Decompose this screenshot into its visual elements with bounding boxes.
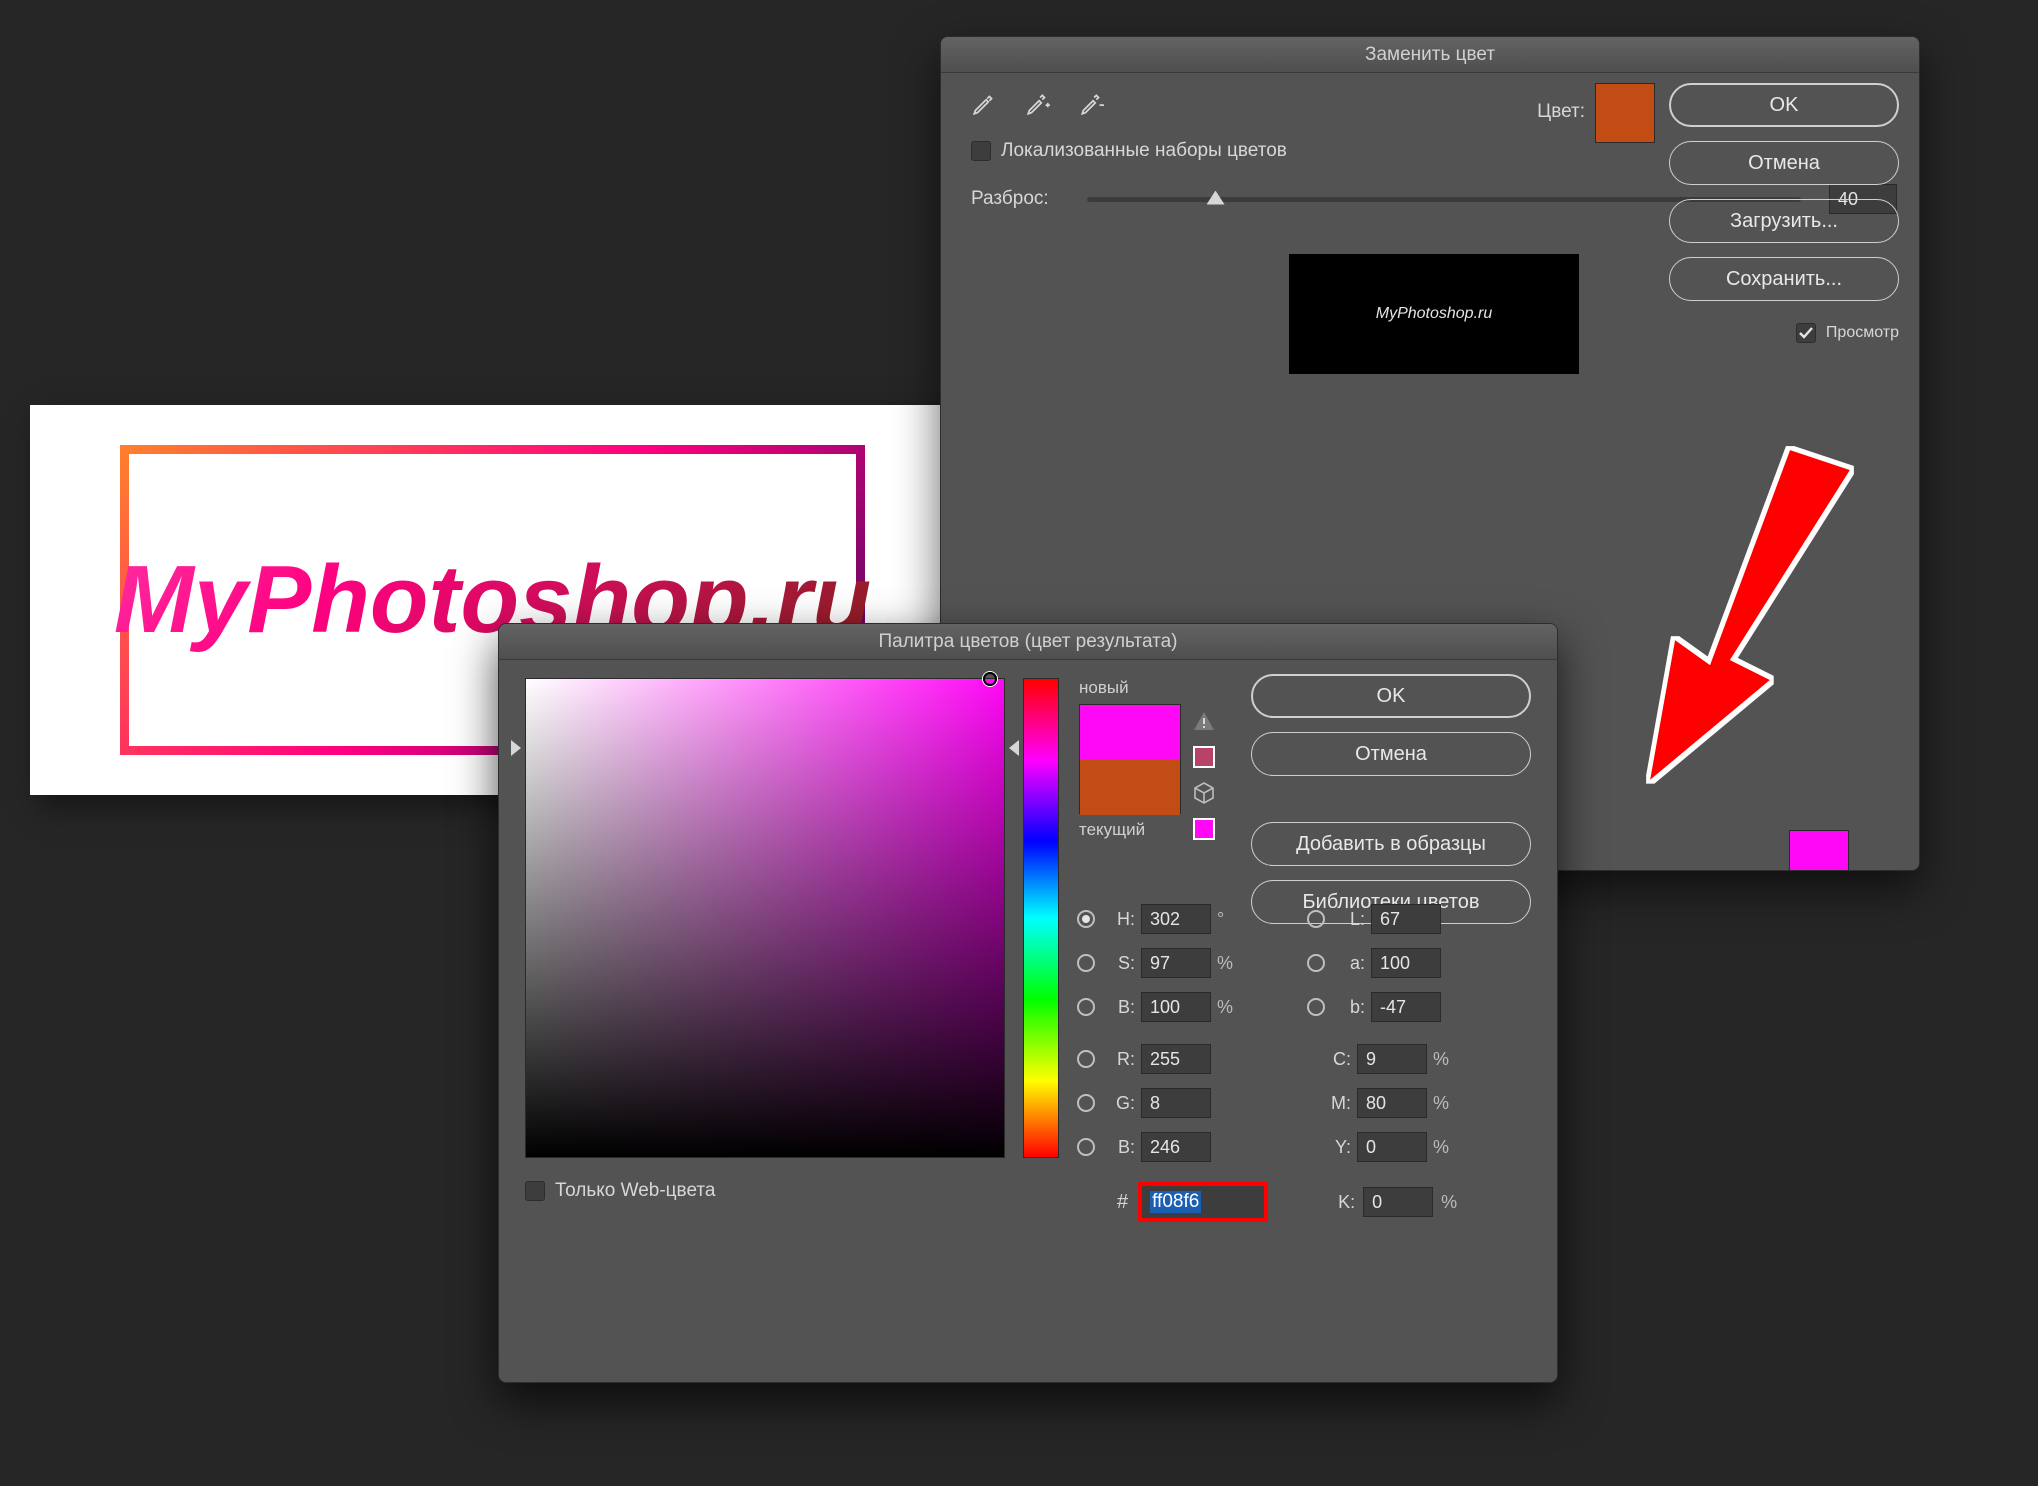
hex-hash-label: # <box>1117 1191 1128 1214</box>
new-current-swatch[interactable] <box>1079 704 1181 814</box>
preview-text: MyPhotoshop.ru <box>1376 305 1493 323</box>
color-picker-dialog: Палитра цветов (цвет результата) новый т… <box>498 623 1558 1383</box>
color-cursor[interactable] <box>983 672 997 686</box>
red-value[interactable]: 255 <box>1141 1044 1211 1074</box>
eyedropper-add-icon[interactable] <box>1025 91 1051 122</box>
eyedropper-icon[interactable] <box>971 91 997 122</box>
dialog-title[interactable]: Заменить цвет <box>941 37 1919 73</box>
saturation-value[interactable]: 97 <box>1141 948 1211 978</box>
load-button[interactable]: Загрузить... <box>1669 199 1899 243</box>
b-value[interactable]: -47 <box>1371 992 1441 1022</box>
result-color-swatch[interactable] <box>1789 830 1849 871</box>
ok-button[interactable]: OK <box>1251 674 1531 718</box>
lightness-label: L: <box>1337 909 1365 930</box>
saturation-radio[interactable] <box>1077 954 1095 972</box>
black-label: K: <box>1338 1192 1355 1213</box>
new-color-label: новый <box>1079 678 1229 698</box>
blue-value[interactable]: 246 <box>1141 1132 1211 1162</box>
preview-checkbox[interactable] <box>1796 323 1816 343</box>
green-label: G: <box>1107 1093 1135 1114</box>
blue-radio[interactable] <box>1077 1138 1095 1156</box>
b-label: b: <box>1337 997 1365 1018</box>
hue-slider[interactable] <box>1023 678 1059 1158</box>
brightness-value[interactable]: 100 <box>1141 992 1211 1022</box>
eyedropper-subtract-icon[interactable] <box>1079 91 1105 122</box>
localized-clusters-checkbox[interactable] <box>971 141 991 161</box>
green-value[interactable]: 8 <box>1141 1088 1211 1118</box>
cancel-button[interactable]: Отмена <box>1669 141 1899 185</box>
localized-clusters-label: Локализованные наборы цветов <box>1001 140 1287 162</box>
web-only-checkbox[interactable] <box>525 1181 545 1201</box>
a-value[interactable]: 100 <box>1371 948 1441 978</box>
yellow-label: Y: <box>1323 1137 1351 1158</box>
current-color-swatch[interactable] <box>1080 760 1180 815</box>
blue-label: B: <box>1107 1137 1135 1158</box>
black-value[interactable]: 0 <box>1363 1187 1433 1217</box>
lightness-radio[interactable] <box>1307 910 1325 928</box>
slider-thumb[interactable] <box>1207 191 1225 205</box>
hex-input[interactable]: ff08f6 <box>1138 1182 1268 1222</box>
field-pointer-right-icon <box>1009 740 1019 756</box>
selection-preview: MyPhotoshop.ru <box>1289 254 1579 374</box>
new-color-swatch <box>1080 705 1180 760</box>
dialog-title[interactable]: Палитра цветов (цвет результата) <box>499 624 1557 660</box>
source-color-swatch[interactable] <box>1595 83 1655 143</box>
green-radio[interactable] <box>1077 1094 1095 1112</box>
hue-label: H: <box>1107 909 1135 930</box>
lightness-value[interactable]: 67 <box>1371 904 1441 934</box>
saturation-field[interactable] <box>525 678 1005 1158</box>
color-label: Цвет: <box>1537 101 1585 123</box>
b-radio[interactable] <box>1307 998 1325 1016</box>
hue-value[interactable]: 302 <box>1141 904 1211 934</box>
gamut-warning-icon[interactable] <box>1193 710 1215 732</box>
field-pointer-left-icon <box>511 740 521 756</box>
brightness-radio[interactable] <box>1077 998 1095 1016</box>
magenta-value[interactable]: 80 <box>1357 1088 1427 1118</box>
web-safe-warning-icon[interactable] <box>1193 782 1215 804</box>
save-button[interactable]: Сохранить... <box>1669 257 1899 301</box>
web-safe-swatch[interactable] <box>1193 818 1215 840</box>
preview-checkbox-label: Просмотр <box>1826 324 1899 342</box>
red-radio[interactable] <box>1077 1050 1095 1068</box>
a-label: a: <box>1337 953 1365 974</box>
saturation-label: S: <box>1107 953 1135 974</box>
a-radio[interactable] <box>1307 954 1325 972</box>
cyan-value[interactable]: 9 <box>1357 1044 1427 1074</box>
yellow-value[interactable]: 0 <box>1357 1132 1427 1162</box>
gamut-swatch[interactable] <box>1193 746 1215 768</box>
web-only-label: Только Web-цвета <box>555 1180 715 1202</box>
hue-radio[interactable] <box>1077 910 1095 928</box>
cancel-button[interactable]: Отмена <box>1251 732 1531 776</box>
fuzziness-label: Разброс: <box>971 188 1071 210</box>
red-label: R: <box>1107 1049 1135 1070</box>
ok-button[interactable]: OK <box>1669 83 1899 127</box>
brightness-label: B: <box>1107 997 1135 1018</box>
cyan-label: C: <box>1323 1049 1351 1070</box>
magenta-label: M: <box>1323 1093 1351 1114</box>
add-to-swatches-button[interactable]: Добавить в образцы <box>1251 822 1531 866</box>
